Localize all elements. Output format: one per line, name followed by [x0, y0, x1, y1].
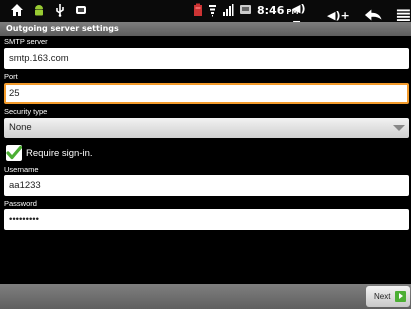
dropdown-arrow-icon: [393, 125, 405, 131]
smtp-server-label: SMTP server: [4, 37, 48, 46]
usb-icon: [56, 4, 64, 17]
security-type-label: Security type: [4, 107, 48, 116]
port-label: Port: [4, 72, 18, 81]
require-signin-label: Require sign-in.: [26, 147, 93, 159]
checkmark-icon: [6, 145, 22, 160]
notification-icon: [76, 6, 86, 14]
next-label: Next: [374, 292, 391, 301]
password-input[interactable]: •••••••••: [4, 209, 409, 230]
sd-card-icon: [240, 5, 251, 14]
password-label: Password: [4, 199, 37, 208]
android-icon: [35, 5, 43, 16]
security-type-select[interactable]: None: [4, 118, 409, 138]
security-type-value: None: [9, 122, 32, 133]
page-title: Outgoing server settings: [0, 22, 411, 36]
back-icon[interactable]: [364, 7, 382, 23]
require-signin-row[interactable]: Require sign-in.: [6, 144, 93, 162]
username-input[interactable]: aa1233: [4, 175, 409, 196]
smtp-server-input[interactable]: smtp.163.com: [4, 48, 409, 69]
home-icon[interactable]: [10, 3, 24, 17]
next-arrow-icon: [395, 291, 407, 302]
battery-icon: [194, 3, 202, 16]
signal-icon: [223, 4, 234, 16]
status-bar: 8:46PM ◀)− ◀)+: [0, 0, 411, 28]
bottom-bar: Next: [0, 284, 411, 309]
menu-icon[interactable]: [396, 8, 411, 22]
port-input[interactable]: 25: [4, 83, 409, 104]
username-label: Username: [4, 165, 39, 174]
next-button[interactable]: Next: [366, 286, 410, 307]
volume-up-button[interactable]: ◀)+: [327, 9, 350, 22]
wifi-icon: [209, 5, 216, 17]
require-signin-checkbox[interactable]: [6, 145, 22, 161]
